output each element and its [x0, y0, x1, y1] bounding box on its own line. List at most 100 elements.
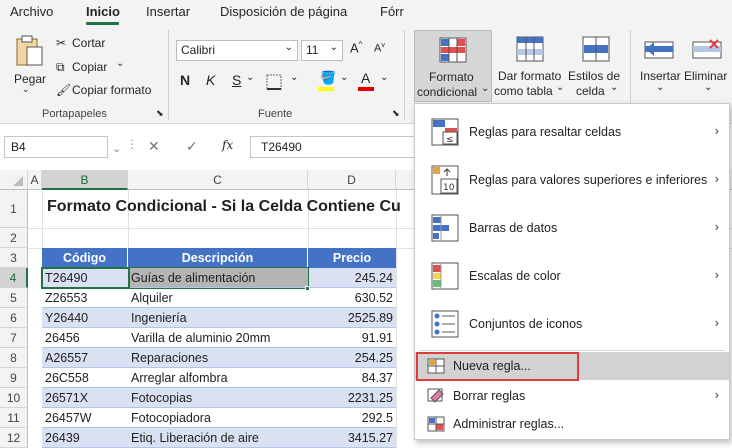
cell-precio[interactable]: 3415.27	[308, 428, 396, 448]
cell-codigo[interactable]: Y26440	[42, 308, 128, 328]
icon-sets-icon	[431, 310, 459, 338]
font-size-value: 11	[306, 43, 319, 57]
highlight-box	[416, 352, 579, 381]
dialog-launcher-icon[interactable]: ⬊	[156, 108, 164, 119]
cell-precio[interactable]: 2525.89	[308, 308, 396, 328]
row-header-8[interactable]: 8	[0, 348, 28, 368]
tab-formulas[interactable]: Fórr	[380, 4, 404, 19]
cell-descripcion[interactable]: Ingeniería	[128, 308, 308, 328]
select-all-corner[interactable]	[0, 170, 28, 190]
cell-precio[interactable]: 91.91	[308, 328, 396, 348]
dialog-launcher-icon[interactable]: ⬊	[392, 108, 400, 119]
italic-button[interactable]: K	[206, 72, 215, 88]
cell-codigo[interactable]: 26439	[42, 428, 128, 448]
row-header-7[interactable]: 7	[0, 328, 28, 348]
cell-codigo[interactable]: A26557	[42, 348, 128, 368]
format-painter-button[interactable]: Copiar formato	[72, 83, 151, 97]
cell-codigo[interactable]: 26C558	[42, 368, 128, 388]
cell-descripcion[interactable]: Alquiler	[128, 288, 308, 308]
menu-item-manage-rules[interactable]: Administrar reglas...	[415, 410, 729, 438]
tab-inicio[interactable]: Inicio	[86, 4, 120, 19]
row-header-1[interactable]: 1	[0, 190, 28, 228]
tab-disposicion[interactable]: Disposición de página	[220, 4, 347, 19]
row-header-10[interactable]: 10	[0, 388, 28, 408]
cell-descripcion[interactable]: Etiq. Liberación de aire	[128, 428, 308, 448]
data-bars-icon	[431, 214, 459, 242]
column-header-d[interactable]: D	[308, 170, 396, 190]
shrink-font-icon[interactable]: Av	[374, 42, 385, 55]
menu-item-color-scales[interactable]: Escalas de color ›	[415, 252, 729, 300]
cell-precio[interactable]: 254.25	[308, 348, 396, 368]
format-painter-icon: 🖌	[56, 83, 72, 97]
tab-archivo[interactable]: Archivo	[10, 4, 53, 19]
cell-styles-label-2: celda	[576, 84, 605, 98]
cell-precio[interactable]: 292.5	[308, 408, 396, 428]
font-color-button[interactable]: A	[358, 70, 376, 92]
cell-codigo[interactable]: 26456	[42, 328, 128, 348]
paste-icon	[16, 35, 43, 66]
delete-cells-button[interactable]: Eliminar ⌄	[684, 30, 732, 102]
cell-descripcion[interactable]: Arreglar alfombra	[128, 368, 308, 388]
cell-descripcion[interactable]: Reparaciones	[128, 348, 308, 368]
row-header-12[interactable]: 12	[0, 428, 28, 448]
cell-precio[interactable]: 2231.25	[308, 388, 396, 408]
cell-precio[interactable]: 245.24	[308, 268, 396, 288]
chevron-down-icon: ⌄	[290, 72, 299, 83]
row-header-2[interactable]: 2	[0, 228, 28, 248]
delete-cells-icon	[692, 39, 722, 59]
table-header-descripcion[interactable]: Descripción	[128, 248, 308, 268]
row-header-3[interactable]: 3	[0, 248, 28, 268]
table-header-codigo[interactable]: Código	[42, 248, 128, 268]
column-header-a[interactable]: A	[28, 170, 42, 190]
enter-icon[interactable]: ✓	[186, 138, 198, 155]
column-header-b[interactable]: B	[42, 170, 128, 190]
menu-item-clear-rules[interactable]: Borrar reglas ›	[415, 382, 729, 410]
cancel-icon[interactable]: ✕	[148, 138, 160, 155]
chevron-down-icon[interactable]: ⌄	[112, 142, 121, 155]
row-header-11[interactable]: 11	[0, 408, 28, 428]
underline-button[interactable]: S	[232, 72, 241, 88]
paste-button[interactable]: Pegar ⌄	[8, 32, 50, 94]
cell-styles-button[interactable]: Estilos de celda ⌄	[566, 30, 626, 102]
menu-item-highlight-rules[interactable]: ≤ Reglas para resaltar celdas ›	[415, 108, 729, 156]
row-header-6[interactable]: 6	[0, 308, 28, 328]
fill-handle[interactable]	[305, 286, 310, 291]
active-tab-indicator	[86, 22, 119, 25]
name-box[interactable]: B4	[4, 136, 108, 158]
insert-cells-button[interactable]: Insertar ⌄	[636, 30, 684, 102]
cell-codigo[interactable]: 26457W	[42, 408, 128, 428]
menu-item-data-bars[interactable]: Barras de datos ›	[415, 204, 729, 252]
cell-descripcion[interactable]: Fotocopiadora	[128, 408, 308, 428]
conditional-formatting-button[interactable]: Formato condicional ⌄	[414, 30, 492, 102]
font-size-dropdown[interactable]: 11 ⌄	[301, 40, 343, 61]
tab-insertar[interactable]: Insertar	[146, 4, 190, 19]
formula-input-value: T26490	[261, 140, 302, 154]
menu-item-label: Reglas para resaltar celdas	[469, 125, 622, 139]
chevron-right-icon: ›	[714, 219, 719, 234]
cell-precio[interactable]: 84.37	[308, 368, 396, 388]
menu-item-top-bottom-rules[interactable]: 10 Reglas para valores superiores e infe…	[415, 156, 729, 204]
borders-icon[interactable]	[266, 74, 282, 90]
sheet-title[interactable]: Formato Condicional - Si la Celda Contie…	[44, 194, 404, 220]
grow-font-icon[interactable]: A^	[350, 40, 362, 55]
cell-codigo[interactable]: Z26553	[42, 288, 128, 308]
cut-button[interactable]: Cortar	[72, 36, 105, 50]
cell-codigo[interactable]: 26571X	[42, 388, 128, 408]
insert-function-button[interactable]: fx	[222, 138, 233, 152]
table-header-precio[interactable]: Precio	[308, 248, 396, 268]
row-header-5[interactable]: 5	[0, 288, 28, 308]
fill-color-button[interactable]: 🪣	[318, 70, 336, 92]
chevron-down-icon: ⌄	[610, 82, 619, 93]
font-name-dropdown[interactable]: Calibri ⌄	[176, 40, 298, 61]
bold-button[interactable]: N	[180, 72, 190, 88]
column-header-c[interactable]: C	[128, 170, 308, 190]
row-header-9[interactable]: 9	[0, 368, 28, 388]
format-as-table-button[interactable]: Dar formato como tabla ⌄	[494, 30, 566, 102]
cell-descripcion[interactable]: Varilla de aluminio 20mm	[128, 328, 308, 348]
chevron-right-icon: ›	[714, 315, 719, 330]
cell-descripcion[interactable]: Fotocopias	[128, 388, 308, 408]
cell-precio[interactable]: 630.52	[308, 288, 396, 308]
menu-item-icon-sets[interactable]: Conjuntos de iconos ›	[415, 300, 729, 348]
copy-button[interactable]: Copiar	[72, 60, 107, 74]
row-header-4[interactable]: 4	[0, 268, 28, 288]
